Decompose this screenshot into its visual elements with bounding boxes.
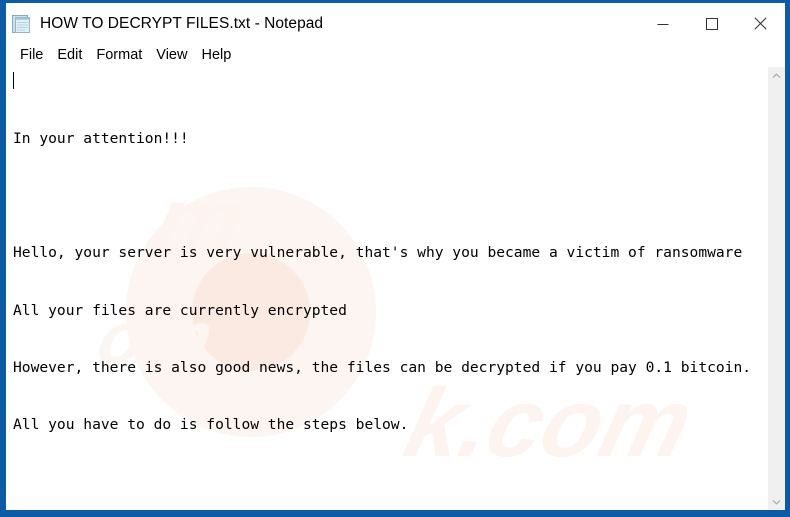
chevron-down-icon bbox=[772, 499, 781, 505]
menubar: File Edit Format View Help bbox=[6, 44, 785, 66]
window-controls bbox=[638, 3, 785, 44]
minimize-button[interactable] bbox=[638, 3, 687, 44]
maximize-icon bbox=[705, 17, 718, 30]
menu-item-edit[interactable]: Edit bbox=[50, 46, 89, 65]
text-line: In your attention!!! bbox=[13, 130, 189, 148]
menu-item-file[interactable]: File bbox=[13, 46, 50, 65]
vertical-scrollbar[interactable] bbox=[767, 67, 785, 510]
window-title: HOW TO DECRYPT FILES.txt - Notepad bbox=[40, 14, 324, 32]
scroll-down-button[interactable] bbox=[768, 493, 785, 510]
text-line: All your files are currently encrypted bbox=[13, 301, 347, 319]
maximize-button[interactable] bbox=[687, 3, 736, 44]
notepad-window: HOW TO DECRYPT FILES.txt - Notepad File … bbox=[0, 0, 790, 517]
minimize-icon bbox=[657, 18, 669, 30]
menu-item-view[interactable]: View bbox=[149, 46, 194, 65]
window-client-area: HOW TO DECRYPT FILES.txt - Notepad File … bbox=[6, 3, 785, 510]
text-line: However, there is also good news, the fi… bbox=[13, 358, 752, 376]
text-line bbox=[13, 472, 763, 491]
chevron-up-icon bbox=[772, 72, 781, 79]
titlebar[interactable]: HOW TO DECRYPT FILES.txt - Notepad bbox=[6, 3, 785, 44]
close-button[interactable] bbox=[736, 3, 785, 44]
text-caret bbox=[13, 72, 14, 89]
menu-item-help[interactable]: Help bbox=[194, 46, 238, 65]
menu-item-format[interactable]: Format bbox=[89, 46, 149, 65]
notepad-icon bbox=[12, 14, 31, 34]
text-line: All you have to do is follow the steps b… bbox=[13, 415, 409, 433]
text-editor[interactable]: m om k.com In your attention!!! Hello, y… bbox=[6, 67, 767, 510]
document-text[interactable]: In your attention!!! Hello, your server … bbox=[6, 67, 767, 510]
editor-area: m om k.com In your attention!!! Hello, y… bbox=[6, 66, 785, 510]
close-icon bbox=[754, 17, 767, 30]
titlebar-left: HOW TO DECRYPT FILES.txt - Notepad bbox=[6, 14, 638, 34]
scroll-up-button[interactable] bbox=[768, 67, 785, 84]
scrollbar-track[interactable] bbox=[768, 84, 785, 493]
text-line: Hello, your server is very vulnerable, t… bbox=[13, 244, 743, 262]
text-line bbox=[13, 186, 763, 205]
